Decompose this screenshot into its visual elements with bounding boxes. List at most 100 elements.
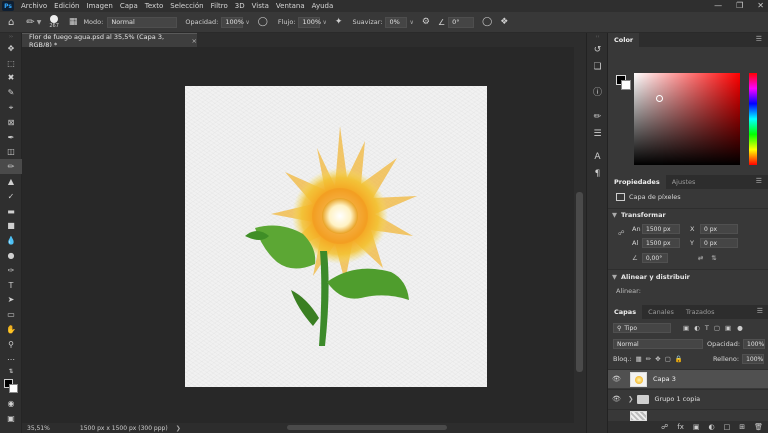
layer-name[interactable]: Grupo 1 copia bbox=[654, 395, 700, 403]
document-canvas[interactable] bbox=[185, 86, 487, 387]
flip-vertical-icon[interactable]: ⇅ bbox=[711, 254, 716, 262]
layer-row[interactable]: 👁 Capa 3 bbox=[608, 369, 768, 388]
tab-capas[interactable]: Capas bbox=[608, 305, 643, 319]
gear-icon[interactable]: ⚙ bbox=[422, 17, 430, 27]
smooth-dropdown-icon[interactable]: ∨ bbox=[409, 19, 413, 26]
layer-filter-select[interactable]: ⚲ Tipo bbox=[613, 323, 671, 333]
clone-stamp-tool-icon[interactable]: ▲ bbox=[0, 174, 22, 189]
type-tool-icon[interactable]: T bbox=[0, 278, 22, 293]
x-field[interactable]: 0 px bbox=[700, 224, 738, 234]
vertical-scrollbar[interactable] bbox=[574, 47, 586, 423]
flow-field[interactable]: 100% bbox=[298, 16, 321, 28]
trash-icon[interactable]: 🗑 bbox=[754, 423, 763, 431]
new-group-icon[interactable]: □ bbox=[724, 423, 731, 431]
color-picker-ring[interactable] bbox=[656, 95, 663, 102]
healing-brush-tool-icon[interactable]: ◫ bbox=[0, 145, 22, 160]
color-spectrum-field[interactable] bbox=[634, 73, 740, 165]
menu-ayuda[interactable]: Ayuda bbox=[312, 2, 334, 10]
menu-archivo[interactable]: Archivo bbox=[21, 2, 47, 10]
paragraph-panel-icon[interactable]: ¶ bbox=[587, 165, 608, 182]
chevron-right-icon[interactable]: ❯ bbox=[628, 395, 633, 403]
info-panel-icon[interactable]: ⓘ bbox=[587, 83, 608, 100]
brush-preset-picker[interactable]: 267 bbox=[49, 15, 59, 29]
color-background-swatch[interactable] bbox=[621, 80, 631, 90]
angle-field[interactable]: 0,00° bbox=[641, 253, 668, 263]
eyedropper-tool-icon[interactable]: ✒ bbox=[0, 130, 22, 145]
photoshop-logo[interactable]: Ps bbox=[2, 1, 14, 11]
smooth-field[interactable]: 0% bbox=[385, 16, 408, 28]
vertical-scroll-thumb[interactable] bbox=[576, 192, 583, 372]
strip-grip[interactable]: ‹‹ bbox=[587, 33, 608, 41]
eraser-tool-icon[interactable]: ▬ bbox=[0, 204, 22, 219]
toolbar-grip[interactable]: ›› bbox=[0, 33, 22, 41]
flip-horizontal-icon[interactable]: ⇄ bbox=[698, 254, 703, 262]
y-field[interactable]: 0 px bbox=[700, 238, 738, 248]
screen-mode-icon[interactable]: ▣ bbox=[0, 411, 22, 426]
quick-selection-tool-icon[interactable]: ✎ bbox=[0, 85, 22, 100]
home-icon[interactable]: ⌂ bbox=[8, 17, 14, 28]
brush-angle-field[interactable]: 0° bbox=[448, 16, 475, 28]
color-swatches[interactable] bbox=[0, 377, 22, 397]
panel-menu-icon[interactable]: ☰ bbox=[756, 177, 762, 185]
eye-icon[interactable]: 👁 bbox=[612, 375, 626, 383]
tab-propiedades[interactable]: Propiedades bbox=[608, 175, 666, 189]
brush-settings-panel-icon[interactable]: ▦ bbox=[69, 17, 78, 27]
maximize-icon[interactable]: ❐ bbox=[736, 1, 743, 10]
opacity-field[interactable]: 100% bbox=[221, 16, 244, 28]
lock-position-icon[interactable]: ✥ bbox=[655, 355, 660, 363]
brush-tool-icon[interactable]: ✏ bbox=[0, 159, 22, 175]
frame-tool-icon[interactable]: ⊠ bbox=[0, 115, 22, 130]
width-field[interactable]: 1500 px bbox=[642, 224, 680, 234]
marquee-tool-icon[interactable]: ⬚ bbox=[0, 56, 22, 71]
lock-image-icon[interactable]: ✏ bbox=[646, 355, 651, 363]
libraries-panel-icon[interactable]: ❏ bbox=[587, 58, 608, 75]
link-icon[interactable]: ☍ bbox=[618, 229, 625, 237]
chevron-down-icon[interactable]: ▼ bbox=[37, 19, 42, 26]
move-tool-icon[interactable]: ✥ bbox=[0, 41, 22, 56]
more-tools-icon[interactable]: ⋯ bbox=[0, 352, 22, 367]
path-selection-tool-icon[interactable]: ➤ bbox=[0, 293, 22, 308]
hand-tool-icon[interactable]: ✋ bbox=[0, 322, 22, 337]
lock-transparent-icon[interactable]: ▦ bbox=[636, 355, 642, 363]
menu-filtro[interactable]: Filtro bbox=[211, 2, 228, 10]
crop-tool-icon[interactable]: ⌖ bbox=[0, 100, 22, 115]
flow-dropdown-icon[interactable]: ∨ bbox=[322, 19, 326, 26]
document-tab[interactable]: Flor de fuego agua.psd al 35,5% (Capa 3,… bbox=[22, 33, 197, 49]
opacity-dropdown-icon[interactable]: ∨ bbox=[245, 19, 249, 26]
lock-all-icon[interactable]: 🔒 bbox=[675, 355, 683, 363]
status-arrow-icon[interactable]: ❯ bbox=[176, 425, 181, 432]
panel-menu-icon[interactable]: ☰ bbox=[757, 307, 763, 315]
tab-color[interactable]: Color bbox=[608, 33, 640, 47]
layer-row[interactable] bbox=[608, 409, 768, 421]
close-tab-icon[interactable]: × bbox=[192, 37, 197, 45]
tab-canales[interactable]: Canales bbox=[642, 305, 680, 319]
blur-tool-icon[interactable]: 💧 bbox=[0, 233, 22, 248]
menu-imagen[interactable]: Imagen bbox=[87, 2, 113, 10]
airbrush-icon[interactable]: ✦ bbox=[335, 17, 343, 27]
brushes-panel-icon[interactable]: ✏ bbox=[587, 108, 608, 125]
add-mask-icon[interactable]: ▣ bbox=[693, 423, 700, 431]
layer-row[interactable]: 👁 ❯ Grupo 1 copia bbox=[608, 389, 768, 408]
symmetry-icon[interactable]: ❖ bbox=[500, 17, 508, 27]
background-color-swatch[interactable] bbox=[9, 383, 18, 393]
filter-toggle-icon[interactable]: ● bbox=[737, 324, 743, 332]
menu-ventana[interactable]: Ventana bbox=[276, 2, 305, 10]
lock-artboard-icon[interactable]: ▢ bbox=[665, 355, 671, 363]
adjustment-layer-icon[interactable]: ◐ bbox=[709, 423, 715, 431]
chevron-down-icon[interactable]: ▼ bbox=[612, 273, 617, 281]
swap-colors-icon[interactable]: ⇅ bbox=[0, 367, 22, 377]
chevron-down-icon[interactable]: ▼ bbox=[612, 211, 617, 219]
zoom-level[interactable]: 35,51% bbox=[27, 425, 50, 432]
horizontal-scroll-thumb[interactable] bbox=[287, 425, 447, 430]
menu-3d[interactable]: 3D bbox=[235, 2, 245, 10]
new-layer-icon[interactable]: ⊞ bbox=[739, 423, 745, 431]
menu-texto[interactable]: Texto bbox=[145, 2, 163, 10]
tab-trazados[interactable]: Trazados bbox=[680, 305, 721, 319]
filter-smart-object-icon[interactable]: ▣ bbox=[725, 324, 731, 332]
dodge-tool-icon[interactable]: ● bbox=[0, 248, 22, 263]
height-field[interactable]: 1500 px bbox=[642, 238, 680, 248]
eye-icon[interactable]: 👁 bbox=[612, 395, 626, 403]
brush-tool-icon[interactable]: ✏ bbox=[26, 17, 34, 28]
hue-slider[interactable] bbox=[749, 73, 757, 165]
filter-pixel-icon[interactable]: ▣ bbox=[683, 324, 689, 332]
